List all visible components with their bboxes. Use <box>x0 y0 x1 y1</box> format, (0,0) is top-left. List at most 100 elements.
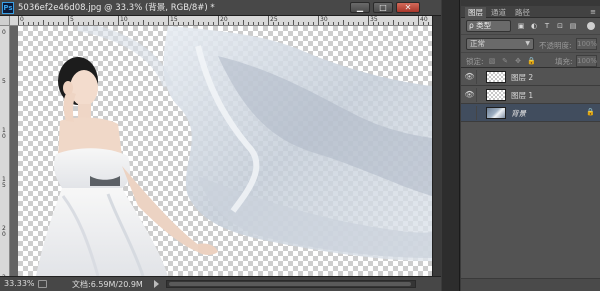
vertical-scrollbar[interactable] <box>432 16 441 276</box>
ruler-h-tick <box>178 22 179 25</box>
smart-object-filter-icon[interactable]: ▤ <box>569 22 577 30</box>
ruler-h-tick <box>228 22 229 25</box>
ruler-h-tick <box>138 22 139 25</box>
horizontal-scroll-thumb[interactable] <box>169 282 411 286</box>
blend-row: 正常 ▼ 不透明度: 100% <box>461 34 600 52</box>
lock-transparent-icon[interactable]: ▧ <box>488 57 496 65</box>
ruler-h-tick <box>153 22 154 25</box>
ruler-h-tick <box>278 22 279 25</box>
lock-all-icon[interactable]: 🔒 <box>527 57 536 65</box>
ruler-v-label: 5 <box>2 78 6 85</box>
type-filter-icon[interactable]: T <box>543 22 551 30</box>
ruler-h-tick <box>303 22 304 25</box>
lock-position-icon[interactable]: ✥ <box>514 57 522 65</box>
ruler-h-tick <box>408 22 409 25</box>
shape-filter-icon[interactable]: ⊡ <box>556 22 564 30</box>
ruler-h-tick <box>403 22 404 25</box>
layer-row-selected[interactable]: 👁 背景 🔒 <box>461 104 600 122</box>
ruler-h-tick <box>283 22 284 25</box>
vertical-ruler[interactable]: 0510152025 <box>0 26 10 276</box>
layer-thumbnail <box>486 71 506 83</box>
ruler-h-tick <box>173 22 174 25</box>
minimize-button[interactable]: ▁ <box>350 2 370 13</box>
ruler-h-tick <box>418 16 419 25</box>
eye-icon[interactable]: 👁 <box>463 106 477 120</box>
ruler-v-label: 15 <box>2 176 6 189</box>
ruler-h-tick <box>113 22 114 25</box>
ruler-h-tick <box>253 22 254 25</box>
ruler-h-tick <box>293 20 294 25</box>
tab-paths[interactable]: 路径 <box>512 7 533 18</box>
ruler-h-tick <box>168 16 169 25</box>
layer-thumbnail <box>486 107 506 119</box>
document-titlebar[interactable]: Ps 5036ef2e46d08.jpg @ 33.3% (背景, RGB/8#… <box>0 0 441 16</box>
ruler-h-tick <box>28 22 29 25</box>
image-content <box>36 26 432 276</box>
horizontal-ruler[interactable]: 0 5 10 15 20 25 30 35 40 <box>10 16 432 26</box>
document-info-icon[interactable] <box>38 280 47 288</box>
opacity-field[interactable]: 100% <box>576 38 597 50</box>
ruler-h-tick <box>123 22 124 25</box>
ruler-h-tick <box>193 20 194 25</box>
ruler-h-tick <box>353 22 354 25</box>
lock-label: 锁定: <box>466 57 484 66</box>
layer-row[interactable]: 👁 图层 2 <box>461 68 600 86</box>
ruler-h-tick <box>33 22 34 25</box>
pixel-filter-icon[interactable]: ▣ <box>517 22 525 30</box>
ruler-h-tick <box>398 22 399 25</box>
layer-name: 图层 2 <box>511 73 534 82</box>
image-canvas[interactable] <box>18 26 432 276</box>
ruler-h-tick <box>313 22 314 25</box>
horizontal-scrollbar[interactable] <box>166 280 416 288</box>
ruler-h-tick <box>248 22 249 25</box>
adjustment-filter-icon[interactable]: ◐ <box>530 22 538 30</box>
ruler-h-tick <box>183 22 184 25</box>
eye-icon[interactable]: 👁 <box>463 88 477 102</box>
ruler-origin[interactable] <box>0 16 10 26</box>
ruler-h-tick <box>48 22 49 25</box>
ruler-h-tick <box>208 22 209 25</box>
eye-icon[interactable]: 👁 <box>463 70 477 84</box>
ruler-h-tick <box>223 22 224 25</box>
tab-layers[interactable]: 图层 <box>465 7 486 18</box>
fill-field[interactable]: 100% <box>576 55 597 67</box>
ruler-h-tick <box>388 22 389 25</box>
ruler-h-tick <box>423 22 424 25</box>
maximize-button[interactable]: □ <box>373 2 393 13</box>
tab-channels[interactable]: 通道 <box>488 7 509 18</box>
filter-toggle[interactable] <box>587 22 595 30</box>
ruler-h-tick <box>233 22 234 25</box>
ruler-v-label: 0 <box>2 29 6 36</box>
ruler-h-tick <box>238 22 239 25</box>
ruler-h-tick <box>243 20 244 25</box>
status-menu-arrow-icon[interactable] <box>154 280 159 288</box>
ruler-h-tick <box>338 22 339 25</box>
ruler-h-tick <box>393 20 394 25</box>
ruler-h-tick <box>333 22 334 25</box>
ruler-h-tick <box>143 20 144 25</box>
ruler-h-tick <box>363 22 364 25</box>
panel-footer <box>461 278 600 291</box>
lock-image-icon[interactable]: ✎ <box>501 57 509 65</box>
blend-mode-select[interactable]: 正常 ▼ <box>466 38 534 50</box>
ruler-h-tick <box>273 22 274 25</box>
ruler-h-tick <box>368 16 369 25</box>
ruler-h-tick <box>103 22 104 25</box>
layer-filter-row: ρ 类型 ▣ ◐ T ⊡ ▤ <box>461 18 600 34</box>
ruler-h-tick <box>383 22 384 25</box>
ruler-h-tick <box>373 22 374 25</box>
zoom-level[interactable]: 33.33% <box>4 279 35 288</box>
ruler-h-tick <box>18 16 19 25</box>
ruler-h-tick <box>378 22 379 25</box>
ruler-h-tick <box>158 22 159 25</box>
panel-menu-icon[interactable]: ≡ <box>590 8 596 16</box>
ruler-h-tick <box>213 22 214 25</box>
layer-kind-filter[interactable]: ρ 类型 <box>466 20 511 32</box>
close-button[interactable]: ✕ <box>396 2 420 13</box>
layer-name: 图层 1 <box>511 91 534 100</box>
layer-list: 👁 图层 2 👁 图层 1 👁 背景 🔒 <box>461 68 600 278</box>
ruler-h-tick <box>258 22 259 25</box>
layer-row[interactable]: 👁 图层 1 <box>461 86 600 104</box>
ruler-h-tick <box>78 22 79 25</box>
ruler-h-tick <box>38 22 39 25</box>
